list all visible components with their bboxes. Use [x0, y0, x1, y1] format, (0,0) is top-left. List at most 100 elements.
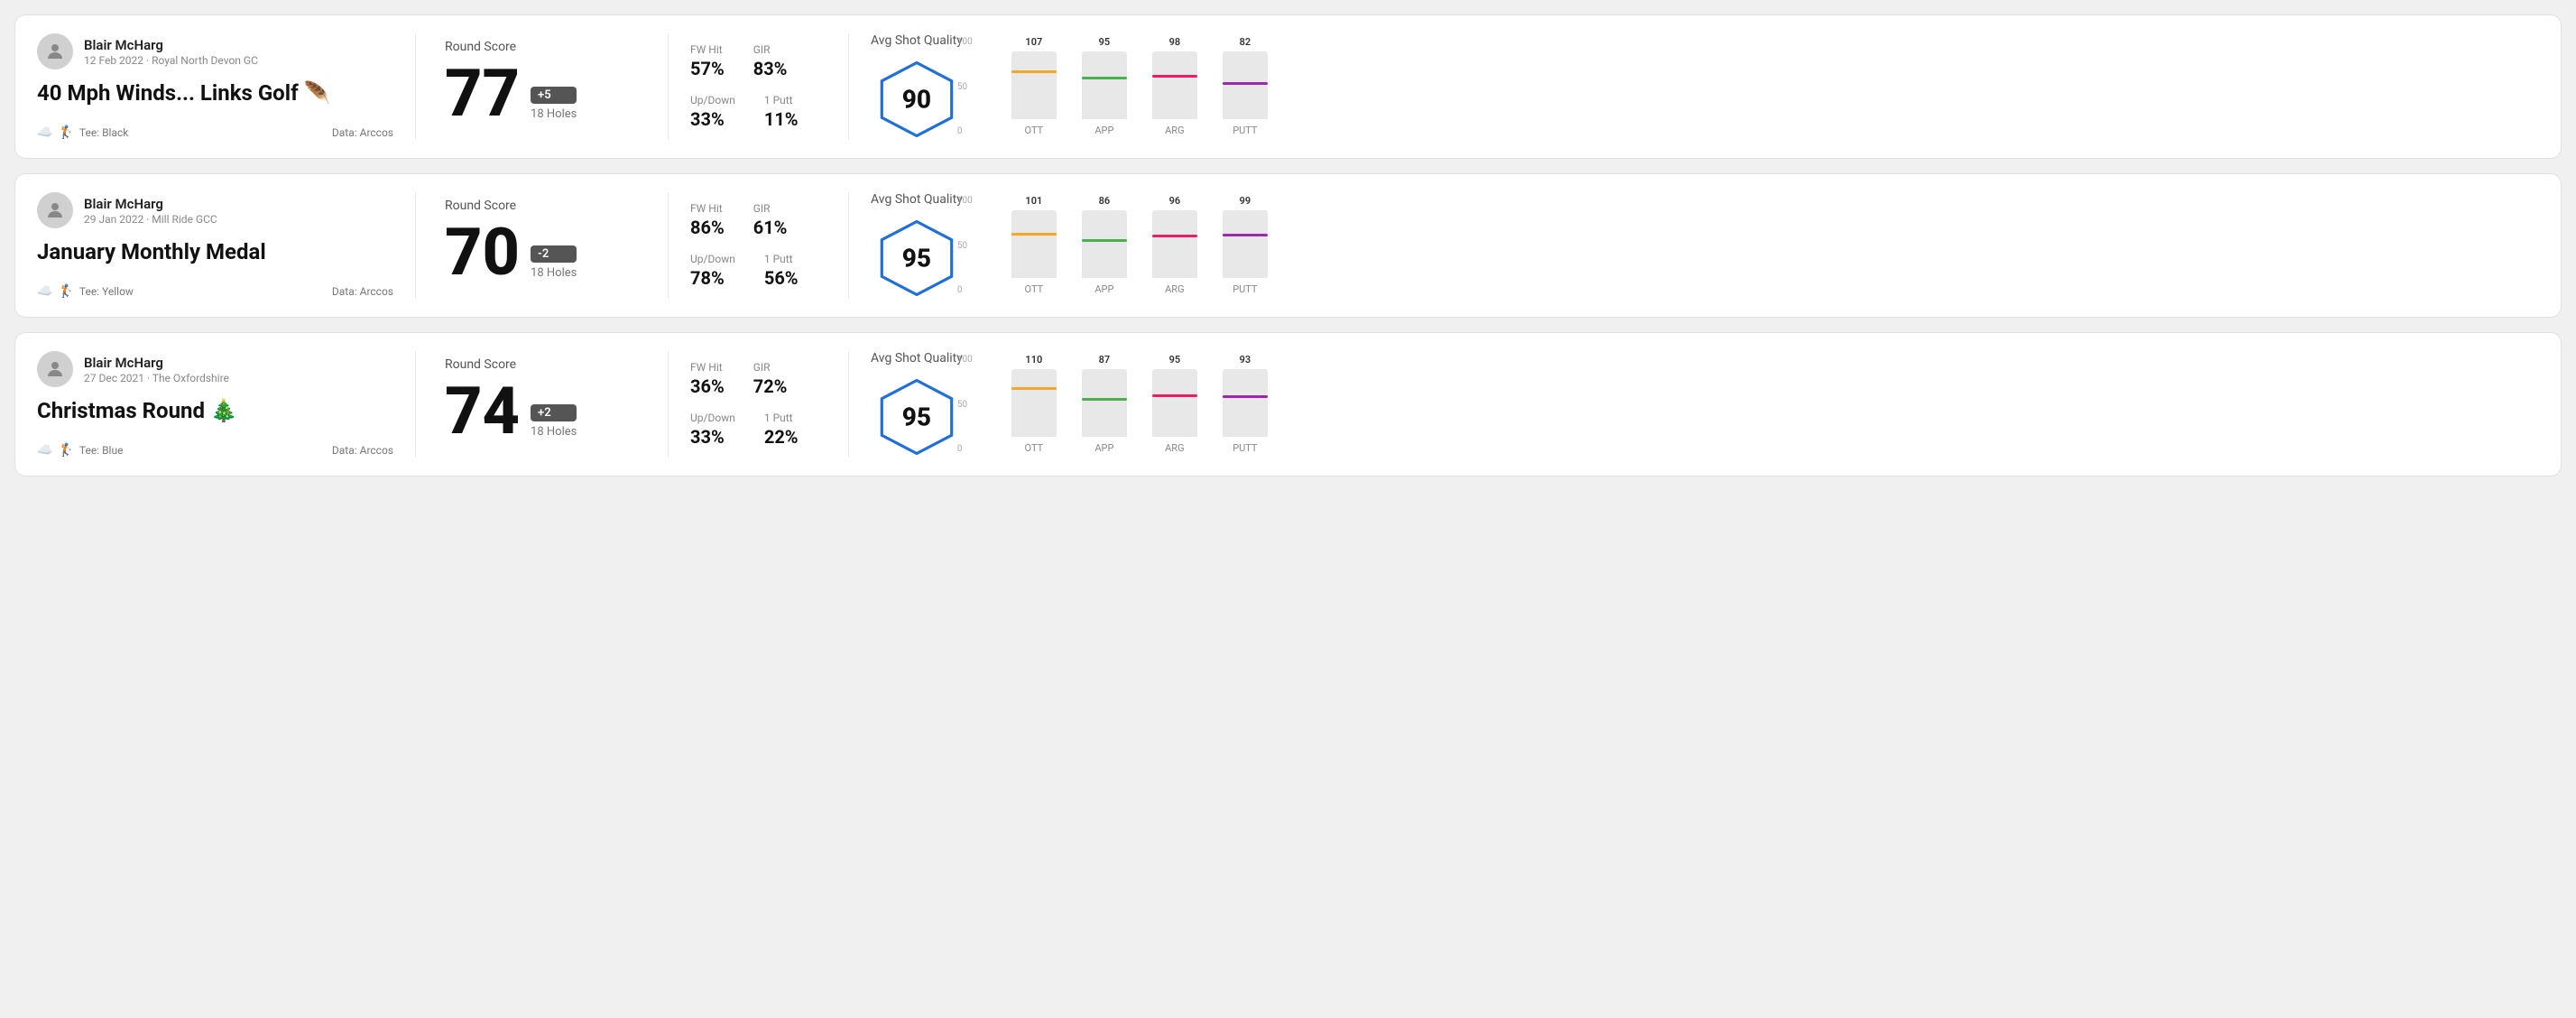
y-label-50: 50: [957, 82, 973, 92]
hexagon-container: 95: [871, 217, 963, 299]
holes-label: 18 Holes: [531, 425, 577, 439]
quality-label: Avg Shot Quality: [871, 192, 963, 207]
bag-icon: 🏌️: [58, 284, 73, 299]
stats-row-bottom: Up/Down 33% 1 Putt 11%: [690, 94, 826, 130]
score-row: 70 -2 18 Holes: [445, 220, 639, 285]
stat-fw-hit: FW Hit 86%: [690, 202, 725, 238]
stat-updown: Up/Down 78%: [690, 253, 735, 289]
score-number: 74: [445, 379, 520, 444]
bar-indicator: [1011, 233, 1057, 236]
chart-y-labels: 100 50 0: [957, 196, 973, 295]
stats-row-top: FW Hit 36% GIR 72%: [690, 361, 826, 397]
score-row: 77 +5 18 Holes: [445, 61, 639, 126]
score-label: Round Score: [445, 40, 639, 54]
bar-group-arg: 95 ARG: [1152, 354, 1197, 454]
user-info: Blair McHarg 29 Jan 2022 · Mill Ride GCC: [37, 192, 393, 228]
bar-value: 98: [1169, 36, 1181, 48]
bar-group-app: 86 APP: [1082, 195, 1127, 295]
gir-value: 61%: [753, 217, 788, 238]
bar-group-ott: 110 OTT: [1011, 354, 1057, 454]
score-badge-col: -2 18 Holes: [531, 245, 577, 285]
bar-indicator: [1152, 394, 1197, 397]
bar-value: 99: [1240, 195, 1251, 207]
stat-oneputt: 1 Putt 11%: [764, 94, 799, 130]
stat-oneputt: 1 Putt 22%: [764, 412, 799, 448]
stats-section: FW Hit 36% GIR 72% Up/Down 33% 1 Putt: [669, 351, 849, 458]
holes-label: 18 Holes: [531, 107, 577, 121]
shot-quality-section: Avg Shot Quality 95 100 50 0: [849, 192, 2539, 299]
bar-fill: [1223, 82, 1268, 119]
user-info: Blair McHarg 27 Dec 2021 · The Oxfordshi…: [37, 351, 393, 387]
stats-row-top: FW Hit 86% GIR 61%: [690, 202, 826, 238]
bar-axis-label: ARG: [1165, 442, 1184, 454]
bar-wrapper: [1011, 51, 1057, 119]
bar-group-putt: 82 PUTT: [1223, 36, 1268, 136]
bar-axis-label: OTT: [1025, 442, 1044, 454]
bottom-meta: ☁️ 🏌️ Tee: Black Data: Arccos: [37, 125, 393, 140]
bar-value: 86: [1099, 195, 1111, 207]
shot-quality-section: Avg Shot Quality 95 100 50 0: [849, 351, 2539, 458]
bar-wrapper: [1152, 369, 1197, 437]
hex-score: 90: [902, 85, 931, 115]
avatar: [37, 351, 73, 387]
bar-group-ott: 101 OTT: [1011, 195, 1057, 295]
score-badge: +5: [531, 87, 577, 104]
score-badge-col: +5 18 Holes: [531, 87, 577, 126]
score-section: Round Score 74 +2 18 Holes: [416, 351, 669, 458]
stats-row-top: FW Hit 57% GIR 83%: [690, 43, 826, 79]
tee-info: ☁️ 🏌️ Tee: Black: [37, 125, 128, 140]
bar-fill: [1011, 233, 1057, 278]
score-section: Round Score 77 +5 18 Holes: [416, 33, 669, 140]
tee-label: Tee: Yellow: [79, 285, 134, 298]
y-label-50: 50: [957, 400, 973, 410]
stat-gir: GIR 83%: [753, 43, 788, 79]
gir-label: GIR: [753, 361, 788, 374]
fw-hit-value: 57%: [690, 58, 725, 79]
updown-label: Up/Down: [690, 412, 735, 424]
bar-value: 110: [1025, 354, 1042, 366]
oneputt-label: 1 Putt: [764, 94, 799, 106]
bar-wrapper: [1082, 51, 1127, 119]
fw-hit-label: FW Hit: [690, 43, 725, 56]
bar-axis-label: PUTT: [1233, 125, 1257, 136]
user-date: 27 Dec 2021 · The Oxfordshire: [84, 372, 229, 384]
score-number: 70: [445, 220, 520, 285]
oneputt-label: 1 Putt: [764, 253, 799, 265]
stat-oneputt: 1 Putt 56%: [764, 253, 799, 289]
bar-axis-label: PUTT: [1233, 442, 1257, 454]
chart-bars: 101 OTT 86 APP 96 ARG 99: [1011, 196, 1268, 295]
bar-wrapper: [1223, 51, 1268, 119]
bar-indicator: [1152, 235, 1197, 237]
bar-axis-label: OTT: [1025, 125, 1044, 136]
bar-value: 95: [1169, 354, 1181, 366]
score-badge-col: +2 18 Holes: [531, 404, 577, 444]
shot-quality-section: Avg Shot Quality 90 100 50 0: [849, 33, 2539, 140]
score-number: 77: [445, 61, 520, 126]
hexagon: 95: [876, 376, 957, 458]
avatar: [37, 192, 73, 228]
y-label-0: 0: [957, 444, 973, 454]
bottom-meta: ☁️ 🏌️ Tee: Blue Data: Arccos: [37, 443, 393, 458]
bar-fill: [1152, 235, 1197, 278]
hexagon-container: 95: [871, 376, 963, 458]
bar-group-app: 95 APP: [1082, 36, 1127, 136]
bar-group-arg: 98 ARG: [1152, 36, 1197, 136]
bar-axis-label: APP: [1094, 442, 1113, 454]
round-title: January Monthly Medal: [37, 239, 393, 265]
bar-fill: [1152, 394, 1197, 437]
stat-updown: Up/Down 33%: [690, 94, 735, 130]
hexagon-container: 90: [871, 59, 963, 140]
quality-wrapper: Avg Shot Quality 95: [871, 192, 963, 299]
round-title: Christmas Round 🎄: [37, 398, 393, 424]
bar-indicator: [1223, 82, 1268, 85]
updown-value: 33%: [690, 108, 735, 130]
bar-value: 93: [1240, 354, 1251, 366]
round-left-section: Blair McHarg 27 Dec 2021 · The Oxfordshi…: [37, 351, 416, 458]
chart-bars: 107 OTT 95 APP 98 ARG 82: [1011, 37, 1268, 136]
oneputt-value: 56%: [764, 267, 799, 289]
bag-icon: 🏌️: [58, 443, 73, 458]
quality-wrapper: Avg Shot Quality 90: [871, 33, 963, 140]
bar-axis-label: OTT: [1025, 283, 1044, 295]
stats-section: FW Hit 57% GIR 83% Up/Down 33% 1 Putt: [669, 33, 849, 140]
fw-hit-value: 36%: [690, 375, 725, 397]
